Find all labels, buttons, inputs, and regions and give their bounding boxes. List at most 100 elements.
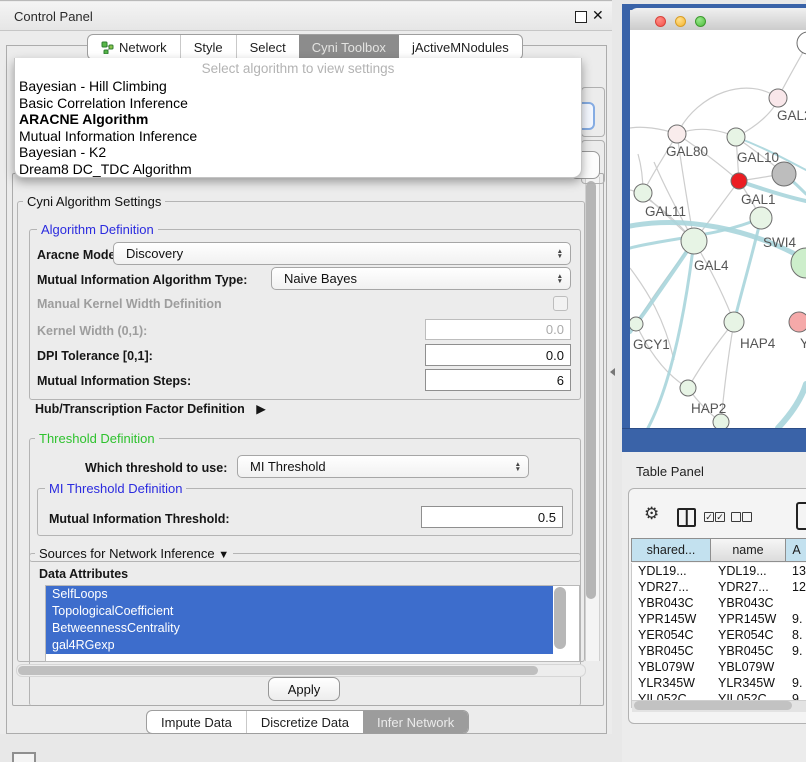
algorithm-option[interactable]: Dream8 DC_TDC Algorithm — [19, 161, 575, 178]
dpi-tolerance-field[interactable]: 0.0 — [425, 344, 571, 366]
settings-hscrollbar-thumb[interactable] — [18, 666, 538, 675]
network-node-label: GAL1 — [741, 192, 776, 207]
algorithm-option[interactable]: Mutual Information Inference — [19, 128, 575, 145]
table-row[interactable]: YPR145WYPR145W9. — [632, 611, 806, 627]
collapse-down-icon[interactable]: ▼ — [218, 549, 229, 561]
which-threshold-label: Which threshold to use: — [85, 461, 227, 475]
tab-cyni-toolbox[interactable]: Cyni Toolbox — [299, 35, 399, 59]
table-row[interactable]: YDL19...YDL19...13 — [632, 563, 806, 579]
aracne-mode-combo[interactable]: Discovery ▲▼ — [113, 242, 571, 265]
table-header-row: shared...nameA — [631, 538, 806, 562]
mi-algorithm-type-combo[interactable]: Naive Bayes ▲▼ — [271, 267, 571, 290]
manual-kernel-width-checkbox[interactable] — [553, 296, 568, 311]
minimized-panel-icon[interactable] — [12, 752, 36, 762]
network-edge-highlighted[interactable] — [778, 384, 806, 428]
table-cell: 12 — [787, 580, 806, 594]
split-pane-collapse-icon[interactable] — [610, 368, 615, 376]
table-cell: YDL19... — [632, 564, 712, 578]
window-zoom-icon[interactable] — [695, 16, 706, 27]
table-cell: YER054C — [712, 628, 787, 642]
deselect-all-checkbox-icon[interactable] — [742, 512, 752, 522]
network-node-gal4[interactable] — [681, 228, 707, 254]
data-attribute-item[interactable]: TopologicalCoefficient — [46, 603, 553, 620]
network-node-gal80[interactable] — [668, 125, 686, 143]
deselect-all-checkbox-icon[interactable] — [731, 512, 741, 522]
select-all-checkbox-icon[interactable]: ✓ — [704, 512, 714, 522]
mi-steps-field[interactable]: 6 — [425, 369, 571, 391]
data-attribute-item[interactable]: gal4RGexp — [46, 637, 553, 654]
float-window-icon[interactable] — [575, 11, 587, 23]
tab-select[interactable]: Select — [236, 35, 299, 59]
network-node-y[interactable] — [789, 312, 806, 332]
window-close-icon[interactable] — [655, 16, 666, 27]
network-node-hap2[interactable] — [680, 380, 696, 396]
settings-vscrollbar-thumb[interactable] — [586, 181, 596, 599]
network-node-gal2[interactable] — [769, 89, 787, 107]
table-row[interactable]: YER054CYER054C8. — [632, 627, 806, 643]
table-row[interactable]: YLR345WYLR345W9. — [632, 675, 806, 691]
table-row[interactable]: YDR27...YDR27...12 — [632, 579, 806, 595]
column-header-shared...[interactable]: shared... — [631, 538, 711, 562]
table-body[interactable]: YDL19...YDL19...13YDR27...YDR27...12YBR0… — [631, 563, 806, 708]
table-row[interactable]: YBR045CYBR045C9. — [632, 643, 806, 659]
data-attribute-item[interactable]: BetweennessCentrality — [46, 620, 553, 637]
expand-right-icon[interactable]: ▶ — [256, 401, 266, 416]
table-cell: YPR145W — [632, 612, 712, 626]
column-header-name[interactable]: name — [711, 538, 786, 562]
tab-network[interactable]: Network — [88, 35, 180, 59]
hub-section-label[interactable]: Hub/Transcription Factor Definition ▶ — [35, 401, 266, 416]
mi-threshold-field[interactable]: 0.5 — [421, 506, 563, 528]
tab-jactivemnodules[interactable]: jActiveMNodules — [399, 35, 522, 59]
document-icon[interactable] — [796, 502, 806, 530]
algorithm-option[interactable]: Bayesian - K2 — [19, 144, 575, 161]
tab-impute-data[interactable]: Impute Data — [147, 711, 246, 733]
tab-infer-network[interactable]: Infer Network — [363, 711, 468, 733]
tab-label: Select — [250, 40, 286, 55]
tab-discretize-data[interactable]: Discretize Data — [246, 711, 363, 733]
network-node-swi4[interactable] — [750, 207, 772, 229]
select-all-checkbox-icon[interactable]: ✓ — [715, 512, 725, 522]
network-node-gal11[interactable] — [634, 184, 652, 202]
network-node[interactable] — [797, 32, 806, 54]
data-attribute-item[interactable]: SelfLoops — [46, 586, 553, 603]
apply-button[interactable]: Apply — [268, 677, 340, 701]
network-window-titlebar[interactable] — [630, 8, 806, 31]
algorithm-option[interactable]: Bayesian - Hill Climbing — [19, 78, 575, 95]
screen: Control Panel ✕ NetworkStyleSelectCyni T… — [0, 0, 806, 762]
data-attributes-list[interactable]: SelfLoopsTopologicalCoefficientBetweenne… — [45, 585, 580, 662]
column-selector-icon[interactable] — [677, 508, 696, 527]
data-attributes-label: Data Attributes — [39, 567, 128, 581]
network-node-gal10[interactable] — [727, 128, 745, 146]
column-header-A[interactable]: A — [786, 538, 806, 562]
table-cell: YBL079W — [632, 660, 712, 674]
network-view-canvas[interactable]: GAL2GAL80GAL10GAL1GAL11SWI4GAL4GCY1HAP4Y… — [630, 30, 806, 428]
network-edge[interactable] — [677, 88, 778, 134]
attributes-list-scrollbar[interactable] — [554, 587, 566, 649]
network-node[interactable] — [772, 162, 796, 186]
which-threshold-combo[interactable]: MI Threshold ▲▼ — [237, 455, 529, 478]
table-hscrollbar-thumb[interactable] — [634, 701, 792, 710]
table-cell: YBL079W — [712, 660, 787, 674]
table-cell: 8. — [787, 628, 802, 642]
network-edge[interactable] — [688, 322, 734, 388]
close-icon[interactable]: ✕ — [592, 7, 604, 24]
table-settings-gear-icon[interactable]: ⚙ — [644, 504, 659, 524]
network-edge-highlighted[interactable] — [648, 241, 694, 428]
network-node[interactable] — [713, 414, 729, 428]
aracne-mode-value: Discovery — [126, 246, 183, 261]
network-node-gcy1[interactable] — [630, 317, 643, 331]
table-row[interactable]: YBL079WYBL079W — [632, 659, 806, 675]
algorithm-option[interactable]: ARACNE Algorithm — [19, 111, 575, 128]
network-edge[interactable] — [643, 134, 677, 193]
network-node-gal1[interactable] — [731, 173, 747, 189]
which-threshold-value: MI Threshold — [250, 459, 326, 474]
table-row[interactable]: YBR043CYBR043C — [632, 595, 806, 611]
network-edge[interactable] — [694, 241, 734, 322]
sources-title[interactable]: Sources for Network Inference ▼ — [35, 546, 233, 561]
cyni-settings-panel: Cyni Algorithm Settings Algorithm Defini… — [12, 173, 604, 706]
network-node-hap4[interactable] — [724, 312, 744, 332]
window-minimize-icon[interactable] — [675, 16, 686, 27]
algorithm-option[interactable]: Basic Correlation Inference — [19, 95, 575, 112]
network-node-label: Y — [800, 336, 806, 351]
tab-style[interactable]: Style — [180, 35, 236, 59]
